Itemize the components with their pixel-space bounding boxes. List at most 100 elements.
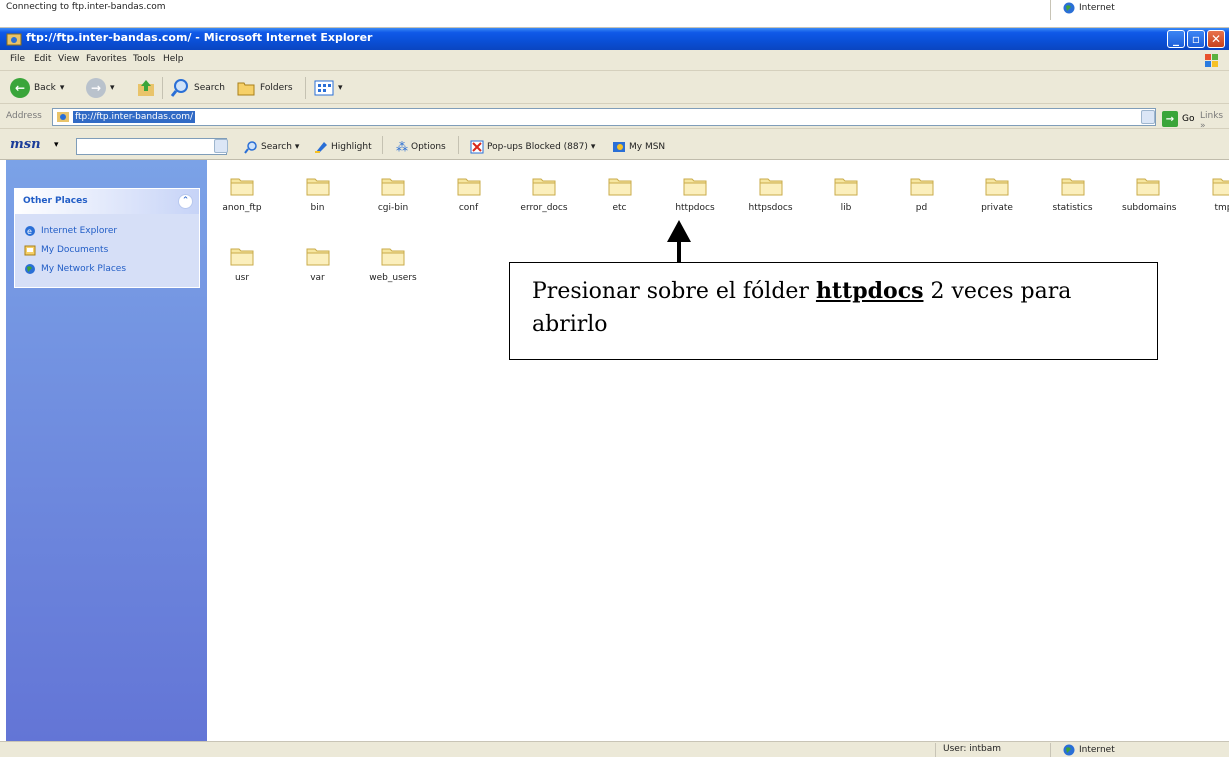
status-divider — [1050, 743, 1051, 757]
my-msn-button[interactable]: My MSN — [612, 140, 665, 154]
menu-view[interactable]: View — [58, 54, 79, 64]
back-label: Back — [34, 83, 56, 93]
close-button[interactable]: ✕ — [1207, 30, 1225, 48]
msn-separator — [458, 136, 459, 154]
folder-anon-ftp[interactable]: anon_ftp — [216, 173, 268, 213]
menu-edit[interactable]: Edit — [34, 54, 51, 64]
minimize-button[interactable]: _ — [1167, 30, 1185, 48]
collapse-chevron-icon[interactable]: ⌃ — [178, 194, 193, 209]
msn-search-button[interactable]: Search ▾ — [244, 140, 299, 154]
folder-icon — [381, 248, 405, 266]
options-label: Options — [411, 142, 446, 152]
go-button[interactable]: → Go — [1162, 111, 1194, 127]
folder-web-users[interactable]: web_users — [367, 243, 419, 283]
popups-dropdown-icon: ▾ — [590, 142, 596, 152]
instruction-before: Presionar sobre el fólder — [532, 279, 816, 304]
address-input[interactable]: ftp://ftp.inter-bandas.com/ — [52, 108, 1156, 126]
back-button[interactable]: ← Back ▾ — [10, 77, 64, 99]
address-url: ftp://ftp.inter-bandas.com/ — [73, 111, 196, 123]
place-label: My Documents — [41, 245, 109, 255]
svg-text:e: e — [27, 227, 32, 236]
msn-search-dropdown-caret: ▾ — [294, 142, 300, 152]
other-places-header[interactable]: Other Places ⌃ — [15, 189, 199, 214]
network-places-icon — [25, 264, 35, 274]
folder-statistics[interactable]: statistics — [1047, 173, 1099, 213]
msn-search-label: Search — [261, 142, 292, 152]
place-internet-explorer[interactable]: e Internet Explorer — [24, 225, 117, 237]
instruction-callout: Presionar sobre el fólder httpdocs 2 vec… — [509, 262, 1158, 360]
folder-subdomains[interactable]: subdomains — [1122, 173, 1177, 213]
internet-zone-label: Internet — [1079, 3, 1115, 13]
folder-label: conf — [458, 203, 479, 213]
folder-label: anon_ftp — [222, 203, 262, 213]
address-bar: Address ftp://ftp.inter-bandas.com/ → Go… — [0, 104, 1229, 131]
task-pane: Other Places ⌃ e Internet Explorer My Do… — [6, 160, 207, 741]
folder-etc[interactable]: etc — [594, 173, 646, 213]
highlight-pen-icon — [315, 142, 327, 153]
folder-error-docs[interactable]: error_docs — [518, 173, 570, 213]
folder-bin[interactable]: bin — [292, 173, 344, 213]
folder-label: etc — [612, 203, 627, 213]
folder-httpdocs[interactable]: httpdocs — [669, 173, 721, 213]
folder-icon — [1136, 178, 1160, 196]
place-my-documents[interactable]: My Documents — [24, 244, 108, 256]
up-folder-icon — [138, 80, 154, 96]
links-button[interactable]: Links » — [1200, 111, 1229, 131]
menu-file[interactable]: File — [10, 54, 25, 64]
options-icon: ⁂ — [396, 140, 408, 154]
msn-logo[interactable]: msn — [10, 137, 41, 152]
folder-cgi-bin[interactable]: cgi-bin — [367, 173, 419, 213]
folder-label: var — [310, 273, 325, 283]
menu-favorites[interactable]: Favorites — [86, 54, 127, 64]
go-label: Go — [1182, 114, 1195, 124]
menu-tools[interactable]: Tools — [133, 54, 155, 64]
place-my-network-places[interactable]: My Network Places — [24, 263, 126, 275]
msn-dropdown-icon[interactable]: ▾ — [54, 140, 59, 150]
forward-button[interactable]: → ▾ — [86, 77, 115, 99]
folder-label: subdomains — [1122, 203, 1177, 213]
folder-icon — [759, 178, 782, 196]
folder-label: cgi-bin — [377, 203, 409, 213]
folder-icon — [306, 178, 329, 196]
highlight-button[interactable]: Highlight — [314, 140, 372, 154]
folder-usr[interactable]: usr — [216, 243, 268, 283]
folder-pd[interactable]: pd — [896, 173, 948, 213]
folder-lib[interactable]: lib — [820, 173, 872, 213]
restore-button[interactable]: ▫ — [1187, 30, 1205, 48]
msn-search-dropdown-icon[interactable] — [214, 139, 228, 153]
menu-bar: File Edit View Favorites Tools Help — [0, 50, 1229, 71]
folder-icon — [381, 178, 405, 196]
menu-help[interactable]: Help — [163, 54, 184, 64]
status-bar: User: intbam Internet — [0, 741, 1229, 757]
folder-tmp[interactable]: tmp — [1198, 173, 1229, 213]
toolbar-separator — [162, 77, 163, 99]
address-dropdown-icon[interactable] — [1141, 110, 1155, 124]
folder-icon — [985, 178, 1009, 196]
search-button[interactable]: Search — [170, 77, 225, 99]
up-folder-button[interactable] — [136, 77, 156, 99]
msn-search-input[interactable] — [76, 138, 227, 155]
search-icon — [170, 79, 188, 97]
globe-icon — [1063, 2, 1075, 14]
back-arrow-icon: ← — [10, 78, 30, 98]
callout-arrow — [667, 220, 691, 264]
folder-var[interactable]: var — [292, 243, 344, 283]
top-status-strip: Connecting to ftp.inter-bandas.com Inter… — [0, 0, 1229, 28]
folder-label: httpdocs — [675, 203, 715, 213]
folders-button[interactable]: Folders — [236, 77, 293, 99]
folder-private[interactable]: private — [971, 173, 1023, 213]
folder-icon — [910, 178, 933, 196]
popups-blocked-button[interactable]: Pop-ups Blocked (887) ▾ — [470, 140, 595, 154]
place-label: My Network Places — [41, 264, 127, 274]
windows-logo-icon — [1205, 54, 1218, 67]
views-dropdown-icon: ▾ — [338, 83, 343, 93]
highlight-label: Highlight — [331, 142, 372, 152]
options-button[interactable]: ⁂ Options — [396, 140, 446, 154]
folder-httpsdocs[interactable]: httpsdocs — [745, 173, 797, 213]
folder-conf[interactable]: conf — [443, 173, 495, 213]
views-button[interactable]: ▾ — [314, 77, 343, 99]
folders-icon — [237, 82, 255, 96]
connecting-status-text: Connecting to ftp.inter-bandas.com — [6, 2, 166, 12]
instruction-folder-name: httpdocs — [815, 278, 924, 304]
toolbar-separator — [305, 77, 306, 99]
